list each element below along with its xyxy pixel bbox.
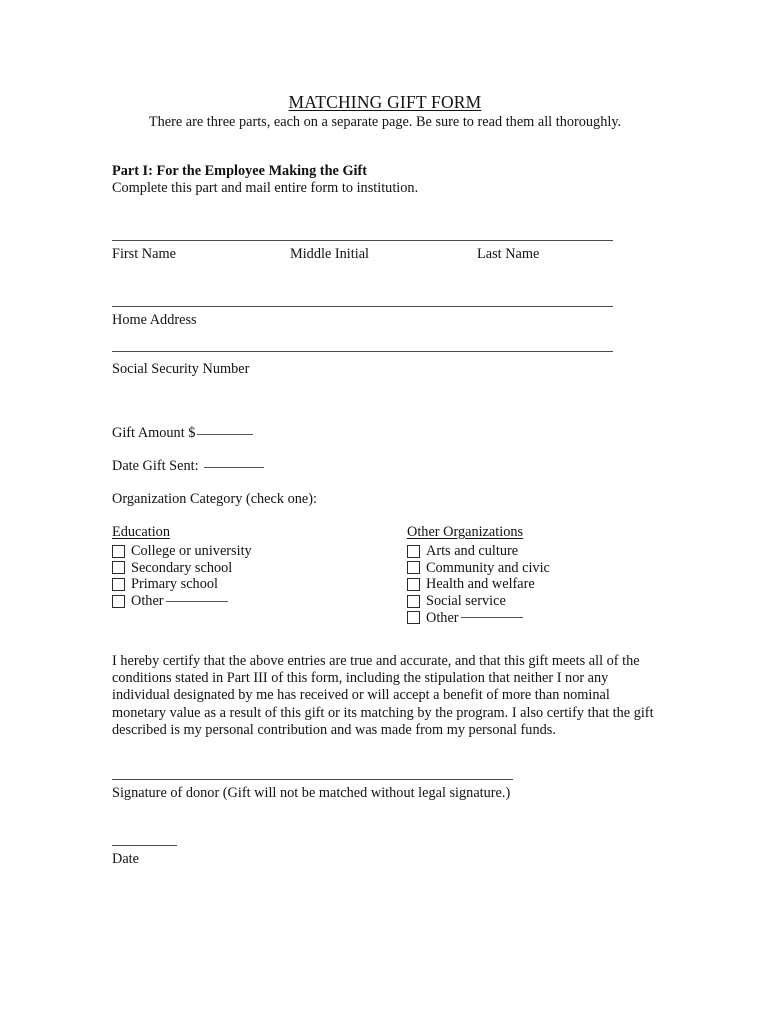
checkbox-label: Primary school [131, 576, 218, 593]
part-one-heading: Part I: For the Employee Making the Gift [112, 163, 368, 179]
gift-amount-blank[interactable] [197, 434, 254, 435]
date-gift-sent-label: Date Gift Sent: [112, 458, 203, 474]
ssn-label: Social Security Number [112, 361, 250, 377]
signature-label: Signature of donor (Gift will not be mat… [112, 785, 511, 801]
home-address-label: Home Address [112, 312, 197, 328]
checkbox-icon[interactable] [112, 594, 125, 608]
checkbox-icon[interactable] [407, 594, 420, 608]
organization-category-label: Organization Category (check one): [112, 491, 317, 507]
form-page: MATCHING GIFT FORM There are three parts… [0, 0, 770, 1024]
checkbox-icon[interactable] [407, 577, 420, 591]
checkbox-label: Health and welfare [426, 576, 535, 593]
part-one-instruction: Complete this part and mail entire form … [112, 180, 419, 196]
other-organizations-other-blank[interactable] [460, 617, 523, 619]
checkbox-row-social-service[interactable]: Social service [407, 593, 550, 610]
checkbox-row-college-or-university[interactable]: College or university [112, 543, 252, 560]
checkbox-row-secondary-school[interactable]: Secondary school [112, 560, 252, 577]
checkbox-label: Other [426, 609, 459, 626]
checkbox-icon[interactable] [407, 611, 420, 625]
name-field-rule[interactable] [112, 240, 613, 241]
signature-rule[interactable] [112, 779, 513, 780]
checkbox-row-health-and-welfare[interactable]: Health and welfare [407, 576, 550, 593]
checkbox-row-education-other[interactable]: Other [112, 593, 252, 610]
other-organizations-group-title: Other Organizations [407, 524, 524, 540]
certification-paragraph: I hereby certify that the above entries … [112, 653, 654, 738]
checkbox-label: Community and civic [426, 559, 550, 576]
education-other-blank[interactable] [165, 600, 228, 602]
date-rule[interactable] [112, 845, 177, 846]
checkbox-label: Other [131, 592, 164, 609]
education-group-title: Education [112, 524, 170, 540]
checkbox-label: Social service [426, 592, 506, 609]
page-title-text: MATCHING GIFT FORM [288, 92, 482, 112]
date-label: Date [112, 851, 139, 867]
gift-amount-field[interactable]: Gift Amount $ [112, 425, 254, 442]
checkbox-icon[interactable] [407, 544, 420, 558]
checkbox-icon[interactable] [407, 561, 420, 575]
checkbox-icon[interactable] [112, 544, 125, 558]
checkbox-icon[interactable] [112, 561, 125, 575]
last-name-label: Last Name [477, 246, 540, 262]
checkbox-label: Secondary school [131, 559, 233, 576]
other-organizations-category-group: Other Organizations Arts and culture Com… [407, 524, 550, 626]
checkbox-row-other-organizations-other[interactable]: Other [407, 609, 550, 626]
checkbox-row-community-and-civic[interactable]: Community and civic [407, 560, 550, 577]
middle-initial-label: Middle Initial [290, 246, 370, 262]
checkbox-row-primary-school[interactable]: Primary school [112, 576, 252, 593]
date-gift-sent-field[interactable]: Date Gift Sent: [112, 458, 265, 475]
gift-amount-label: Gift Amount $ [112, 425, 196, 441]
checkbox-icon[interactable] [112, 577, 125, 591]
ssn-rule[interactable] [112, 351, 613, 352]
date-gift-sent-blank[interactable] [204, 467, 265, 468]
page-title: MATCHING GIFT FORM [0, 92, 770, 113]
checkbox-label: College or university [131, 543, 252, 560]
first-name-label: First Name [112, 246, 176, 262]
checkbox-row-arts-and-culture[interactable]: Arts and culture [407, 543, 550, 560]
home-address-rule[interactable] [112, 306, 613, 307]
education-category-group: Education College or university Secondar… [112, 524, 252, 609]
checkbox-label: Arts and culture [426, 543, 519, 560]
page-subtitle: There are three parts, each on a separat… [148, 114, 622, 130]
